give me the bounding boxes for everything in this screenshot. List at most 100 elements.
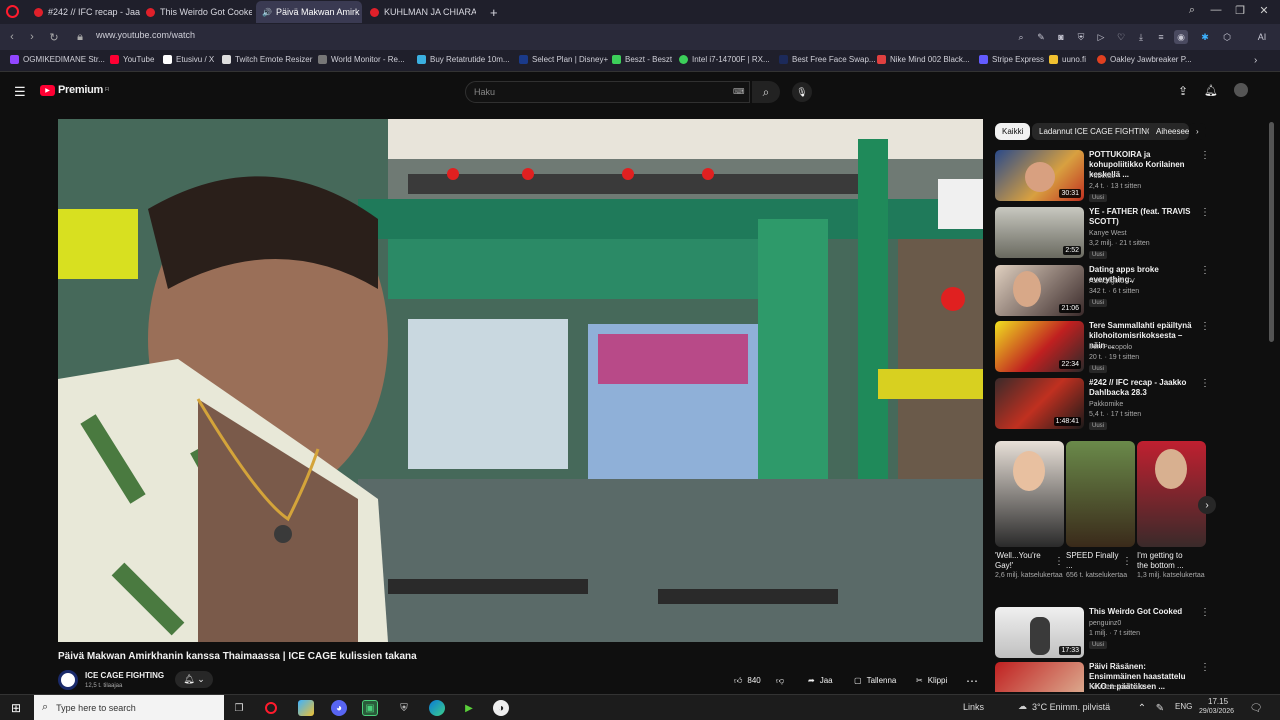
recommendation-item[interactable]: 1:48:41 #242 // IFC recap - Jaakko Dahlb… — [995, 378, 1215, 430]
video-title[interactable]: YE - FATHER (feat. TRAVIS SCOTT) — [1089, 207, 1197, 227]
recommendation-item[interactable]: 30:31 POTTUKOIRA ja kohupoliitikko Koril… — [995, 150, 1215, 202]
more-options-icon[interactable]: ⋮ — [1054, 556, 1064, 567]
chip-all[interactable]: Kaikki — [995, 123, 1031, 140]
video-player[interactable] — [58, 119, 983, 642]
more-options-icon[interactable]: ⋮ — [1200, 607, 1210, 618]
forward-icon[interactable]: › — [24, 29, 40, 45]
channel-name[interactable]: Kuuntele-podcast — [1089, 684, 1143, 691]
url-field[interactable]: www.youtube.com/watch — [96, 30, 195, 40]
tab-kuhlman[interactable]: KUHLMAN JA CHIARA Ka — [364, 1, 476, 23]
youtube-logo[interactable]: ▶ Premium FI — [40, 84, 109, 96]
video-thumbnail[interactable]: 22:34 — [995, 321, 1084, 372]
windows-start-icon[interactable]: ⊞ — [8, 700, 24, 716]
more-options-icon[interactable]: ⋮ — [1200, 321, 1210, 332]
shorts-next-icon[interactable]: › — [1198, 496, 1216, 514]
task-view-icon[interactable]: ❐ — [231, 700, 247, 716]
profile-icon[interactable]: ◉ — [1174, 30, 1188, 44]
extension-blue-icon[interactable]: ✱ — [1198, 30, 1212, 44]
save-button[interactable]: ▢ Tallenna — [854, 673, 896, 688]
video-thumbnail[interactable] — [995, 662, 1084, 692]
search-input[interactable]: Haku — [465, 81, 750, 103]
shield-app-icon[interactable]: ⛨ — [396, 700, 412, 716]
channel-name[interactable]: Pakkomike — [1089, 401, 1123, 408]
pen-icon[interactable]: ✎ — [1152, 700, 1168, 716]
video-thumbnail[interactable]: 2:52 — [995, 207, 1084, 258]
microphone-icon[interactable]: 🎙︎ — [792, 82, 812, 102]
bookmark-item[interactable]: OGMIKEDIMANE Str... — [10, 55, 105, 64]
bookmark-item[interactable]: Etusivu / X — [163, 55, 214, 64]
video-thumbnail[interactable]: 21:06 — [995, 265, 1084, 316]
clock-time[interactable]: 17.15 — [1208, 697, 1228, 706]
bookmark-item[interactable]: Oakley Jawbreaker P... — [1097, 55, 1192, 64]
channel-name[interactable]: penguinz0 — [1089, 620, 1121, 627]
share-button[interactable]: ➦ Jaa — [808, 673, 833, 688]
bookmark-item[interactable]: World Monitor - Re... — [318, 55, 405, 64]
edge-icon[interactable] — [429, 700, 445, 716]
opera-icon[interactable] — [265, 702, 277, 714]
bookmark-item[interactable]: Intel i7-14700F | RX... — [679, 55, 770, 64]
avatar[interactable] — [1234, 83, 1248, 97]
chips-next-icon[interactable]: › — [1189, 123, 1206, 140]
hamburger-menu-icon[interactable]: ☰ — [14, 84, 26, 100]
chip-related[interactable]: Aiheeseen — [1149, 123, 1189, 140]
play-app-icon[interactable]: ▶ — [461, 700, 477, 716]
minimize-icon[interactable]: — — [1204, 0, 1228, 20]
channel-name[interactable]: Iren Pocopolo — [1089, 344, 1132, 351]
bookmark-item[interactable]: YouTube — [110, 55, 154, 64]
keyboard-icon[interactable]: ⌨ — [733, 87, 745, 96]
lock-icon[interactable]: 🔒︎ — [72, 29, 88, 45]
back-icon[interactable]: ‹ — [4, 29, 20, 45]
close-icon[interactable]: ✕ — [1252, 0, 1276, 20]
weather-widget[interactable]: ☁ 3°C Enimm. pilvistä — [1018, 701, 1110, 712]
bookmark-item[interactable]: Twitch Emote Resizer — [222, 55, 312, 64]
maximize-icon[interactable]: ❐ — [1228, 0, 1252, 20]
bookmark-item[interactable]: Select Plan | Disney+ — [519, 55, 608, 64]
search-button[interactable]: ⌕ — [752, 81, 780, 103]
search-tabs-icon[interactable]: ⌕ — [1180, 0, 1204, 20]
tray-chevron-icon[interactable]: ⌃ — [1134, 700, 1150, 716]
cube-icon[interactable]: ⬡ — [1220, 30, 1234, 44]
tab-paiva-makwan[interactable]: 🔊 Päivä Makwan Amirk — [256, 1, 362, 23]
menu-icon[interactable]: ≡ — [1154, 30, 1168, 44]
bookmark-item[interactable]: Best Free Face Swap... — [779, 55, 876, 64]
bell-icon[interactable]: 🔔︎ — [1204, 84, 1218, 97]
upload-icon[interactable]: ⇪ — [1178, 84, 1188, 98]
more-options-icon[interactable]: ⋮ — [1200, 265, 1210, 276]
page-scrollbar[interactable] — [1268, 112, 1276, 692]
short-thumbnail[interactable] — [995, 441, 1064, 547]
new-tab-button[interactable]: + — [484, 1, 504, 23]
more-options-icon[interactable]: ⋮ — [1200, 378, 1210, 389]
active-app-icon[interactable]: ▣ — [362, 700, 378, 716]
links-toolbar[interactable]: Links — [963, 702, 984, 712]
tab-weirdo[interactable]: This Weirdo Got Cooked — [140, 1, 252, 23]
recommendation-item[interactable]: 2:52 YE - FATHER (feat. TRAVIS SCOTT) Ka… — [995, 207, 1215, 259]
shield-icon[interactable]: ⛨ — [1074, 30, 1088, 44]
recommendation-item[interactable]: 17:33 This Weirdo Got Cooked penguinz0 1… — [995, 607, 1215, 659]
bookmarks-overflow-icon[interactable]: › — [1254, 55, 1257, 66]
recommendation-item[interactable]: 21:06 Dating apps broke everything.. Asm… — [995, 265, 1215, 317]
channel-name[interactable]: Pubetus — [1089, 173, 1115, 180]
more-options-icon[interactable]: ⋮ — [1200, 207, 1210, 218]
discord-icon[interactable]: ◕ — [331, 700, 347, 716]
heart-icon[interactable]: ♡ — [1114, 30, 1128, 44]
channel-name[interactable]: Asmongold TV — [1089, 278, 1135, 285]
video-title[interactable]: #242 // IFC recap - Jaakko Dahlbacka 28.… — [1089, 378, 1197, 398]
tab-ifc-recap[interactable]: #242 // IFC recap - Jaakko — [28, 1, 140, 23]
edit-icon[interactable]: ✎ — [1034, 30, 1048, 44]
zoom-icon[interactable]: ⌕ — [1014, 30, 1028, 44]
video-title[interactable]: This Weirdo Got Cooked — [1089, 607, 1197, 617]
ai-button[interactable]: AI — [1250, 30, 1274, 44]
short-title[interactable]: I'm getting to the bottom ... — [1137, 551, 1195, 571]
short-title[interactable]: 'Well...You're Gay!' — [995, 551, 1053, 571]
clock-date[interactable]: 29/03/2026 — [1199, 708, 1234, 715]
bookmark-item[interactable]: Nike Mind 002 Black... — [877, 55, 970, 64]
language-indicator[interactable]: ENG — [1175, 702, 1192, 711]
app-colorful-icon[interactable] — [298, 700, 314, 716]
channel-name[interactable]: ICE CAGE FIGHTING — [85, 671, 164, 680]
clip-button[interactable]: ✂ Klippi — [916, 673, 947, 688]
more-options-icon[interactable]: ⋮ — [1122, 556, 1132, 567]
bookmark-item[interactable]: Buy Retatrutide 10m... — [417, 55, 510, 64]
recommendation-item[interactable]: 22:34 Tere Sammallahti epäiltynä kilohoi… — [995, 321, 1215, 373]
more-options-icon[interactable]: ⋮ — [1200, 662, 1210, 673]
dislike-button[interactable]: 👎︎ — [776, 673, 784, 688]
